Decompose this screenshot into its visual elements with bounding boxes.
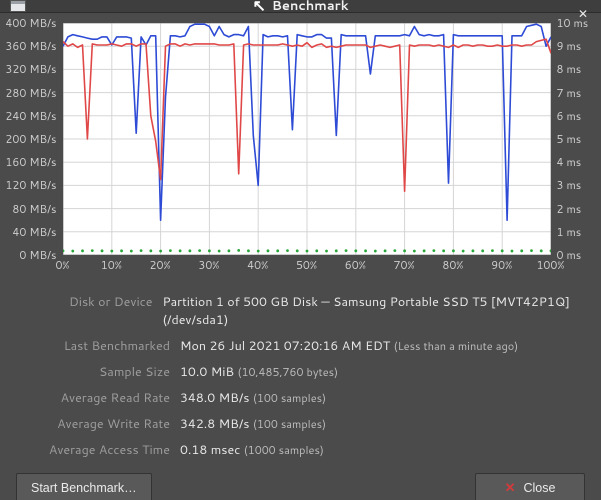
y-axis-right: 0 ms1 ms2 ms3 ms4 ms5 ms6 ms7 ms8 ms9 ms… (553, 23, 591, 255)
label-read: Average Read Rate (16, 389, 180, 407)
start-benchmark-button[interactable]: Start Benchmark… (16, 473, 152, 500)
x-axis: 0%10%20%30%40%50%60%70%80%90%100% (63, 257, 551, 273)
details-list: Disk or Device Partition 1 of 500 GB Dis… (10, 281, 591, 467)
label-write: Average Write Rate (16, 415, 180, 433)
label-access: Average Access Time (16, 441, 180, 459)
x-tick: 0% (55, 257, 69, 273)
y-left-tick: 280 MB/s (5, 85, 56, 101)
y-left-tick: 160 MB/s (5, 154, 56, 170)
x-tick: 100% (536, 257, 564, 273)
chart-svg (63, 23, 551, 255)
titlebar[interactable]: ↖ Benchmark ✕ (0, 0, 601, 13)
x-tick: 30% (198, 257, 219, 273)
window-title-wrap: ↖ Benchmark (0, 0, 601, 15)
content: 0 MB/s 40 MB/s 80 MB/s 120 MB/s 160 MB/s 200 … (0, 13, 601, 500)
y-left-tick: 80 MB/s (12, 201, 56, 217)
y-right-tick: 6 ms (557, 108, 582, 124)
y-right-tick: 10 ms (557, 15, 589, 31)
y-right-tick: 2 ms (557, 201, 582, 217)
label-last: Last Benchmarked (16, 337, 180, 355)
row-sample-size: Sample Size 10.0 MiB (10,485,760 bytes) (16, 363, 585, 381)
value-write: 342.8 MB/s (100 samples) (180, 415, 326, 433)
button-bar: Start Benchmark… ✕ Close (10, 467, 591, 500)
y-axis-left: 0 MB/s40 MB/s80 MB/s120 MB/s160 MB/s200 … (11, 23, 61, 255)
x-tick: 10% (101, 257, 122, 273)
x-tick: 50% (296, 257, 317, 273)
y-right-tick: 5 ms (557, 131, 582, 147)
value-access: 0.18 msec (1000 samples) (180, 441, 324, 459)
plot-area (63, 23, 551, 255)
x-tick: 80% (442, 257, 463, 273)
y-right-tick: 7 ms (557, 85, 582, 101)
row-read-rate: Average Read Rate 348.0 MB/s (100 sample… (16, 389, 585, 407)
y-right-tick: 3 ms (557, 177, 582, 193)
chart: 0 MB/s40 MB/s80 MB/s120 MB/s160 MB/s200 … (11, 23, 591, 273)
x-tick: 70% (394, 257, 415, 273)
x-tick: 40% (247, 257, 268, 273)
label-sample: Sample Size (16, 363, 180, 381)
y-right-tick: 1 ms (557, 224, 582, 240)
x-tick: 20% (150, 257, 171, 273)
value-sample: 10.0 MiB (10,485,760 bytes) (180, 363, 338, 381)
y-right-tick: 8 ms (557, 61, 582, 77)
y-left-tick: 40 MB/s (12, 224, 56, 240)
y-left-tick: 400 MB/s (5, 15, 56, 31)
y-left-tick: 320 MB/s (5, 61, 56, 77)
row-access-time: Average Access Time 0.18 msec (1000 samp… (16, 441, 585, 459)
window-title: Benchmark (272, 0, 349, 15)
benchmark-window: ↖ Benchmark ✕ 0 MB/s 40 MB/s 80 MB/s 120 MB… (0, 0, 601, 500)
cursor-icon: ↖ (252, 0, 265, 14)
y-left-tick: 0 MB/s (19, 247, 56, 263)
y-left-tick: 360 MB/s (5, 38, 56, 54)
x-tick: 60% (345, 257, 366, 273)
value-device: Partition 1 of 500 GB Disk — Samsung Por… (162, 293, 585, 329)
row-write-rate: Average Write Rate 342.8 MB/s (100 sampl… (16, 415, 585, 433)
disk-utility-icon (10, 0, 26, 12)
y-left-tick: 120 MB/s (5, 177, 56, 193)
value-read: 348.0 MB/s (100 samples) (180, 389, 326, 407)
close-button[interactable]: ✕ Close (475, 473, 585, 500)
row-device: Disk or Device Partition 1 of 500 GB Dis… (16, 293, 585, 329)
y-left-tick: 200 MB/s (5, 131, 56, 147)
label-device: Disk or Device (16, 293, 162, 311)
y-right-tick: 9 ms (557, 38, 582, 54)
y-left-tick: 240 MB/s (5, 108, 56, 124)
close-x-icon: ✕ (505, 480, 516, 496)
row-last-benchmarked: Last Benchmarked Mon 26 Jul 2021 07:20:1… (16, 337, 585, 355)
close-button-label: Close (523, 481, 555, 495)
value-last: Mon 26 Jul 2021 07:20:16 AM EDT (Less th… (180, 337, 518, 355)
x-tick: 90% (491, 257, 512, 273)
y-right-tick: 4 ms (557, 154, 582, 170)
